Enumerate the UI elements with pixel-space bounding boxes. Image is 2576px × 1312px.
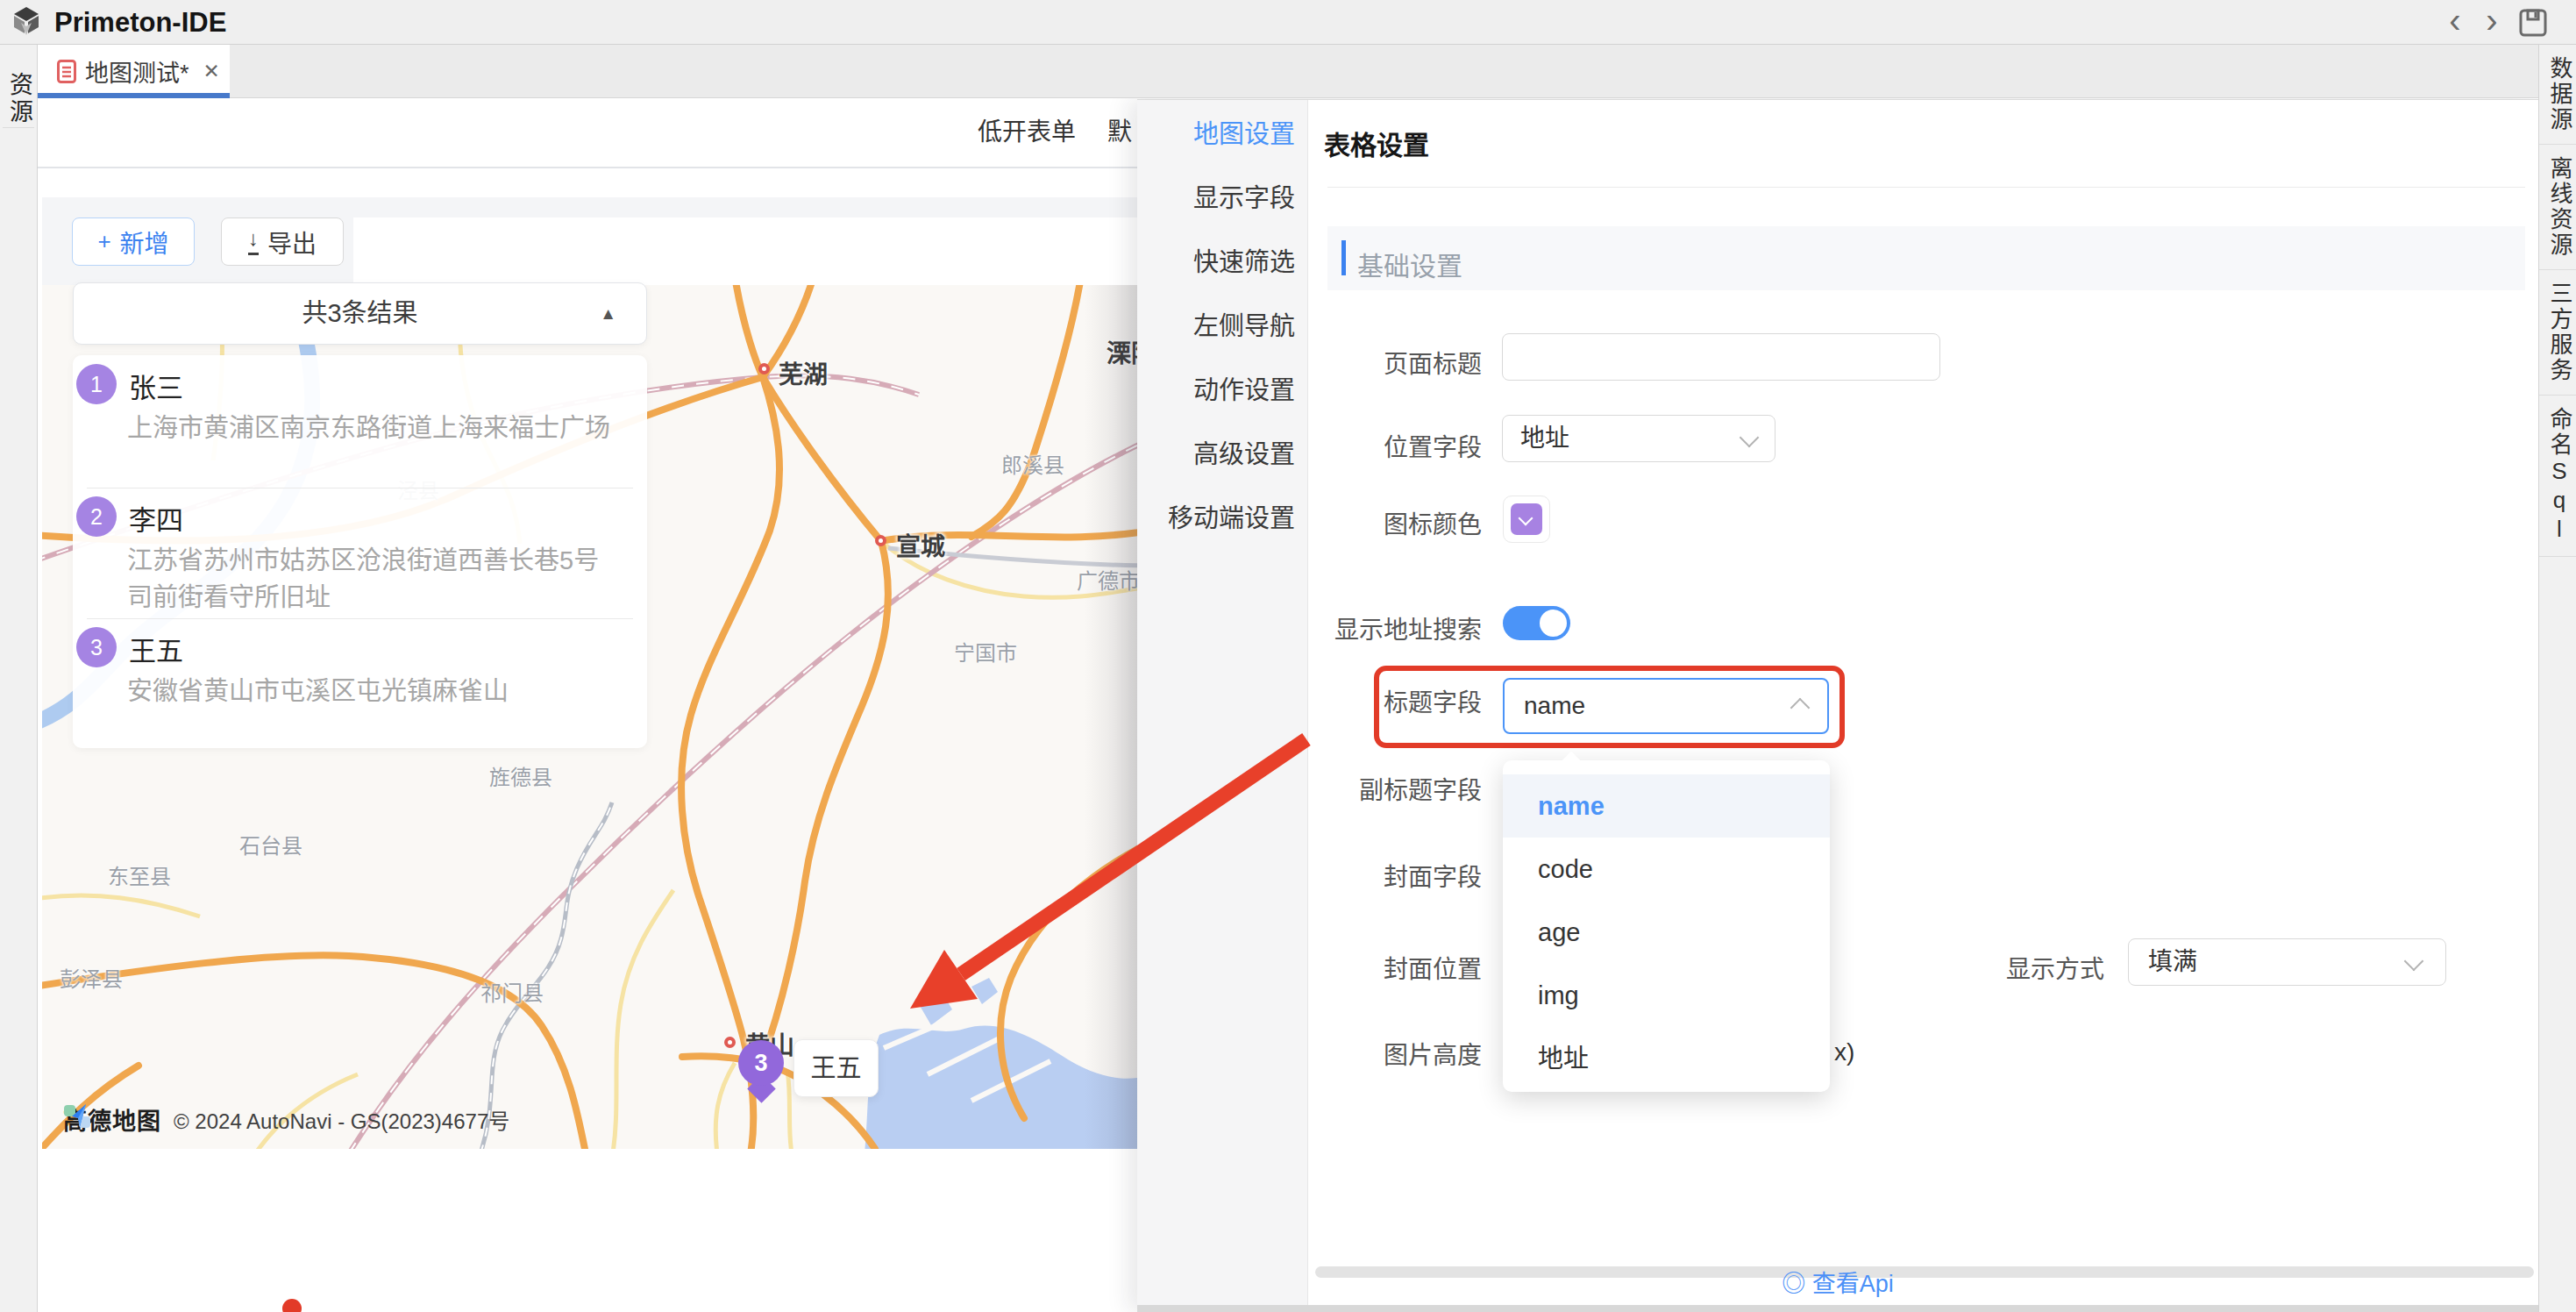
field-label-location-field: 位置字段 <box>1137 428 1482 463</box>
dropdown-option-img[interactable]: img <box>1503 964 1830 1027</box>
map-label-xuancheng: 宣城 <box>896 527 945 562</box>
dropdown-option-code[interactable]: code <box>1503 838 1830 901</box>
image-height-suffix: x) <box>1834 1038 1854 1066</box>
settings-panel: 地图设置 显示字段 快速筛选 左侧导航 动作设置 高级设置 移动端设置 表格设置… <box>1137 99 2538 1312</box>
back-icon[interactable]: ‹ <box>2439 0 2471 45</box>
dropdown-option-name[interactable]: name <box>1503 774 1830 838</box>
divider <box>1327 187 2525 188</box>
tab-bar: 地图测试* ✕ <box>38 45 2538 98</box>
app-title: Primeton-IDE <box>54 0 226 45</box>
map-label-qimen: 祁门县 <box>480 976 544 1007</box>
item-name: 张三 <box>129 366 183 405</box>
item-address: 江苏省苏州市姑苏区沧浪街道西善长巷5号司前街看守所旧址 <box>127 542 618 616</box>
sidebar-tab-datasource[interactable]: 数据源 <box>2539 45 2576 145</box>
amap-logo-icon <box>63 1102 91 1130</box>
map-dot-xuancheng <box>875 535 886 546</box>
forward-icon[interactable]: › <box>2476 0 2508 45</box>
item-badge: 1 <box>76 364 117 404</box>
nav-item-display-fields[interactable]: 显示字段 <box>1137 178 1307 242</box>
active-tab-underline <box>38 93 230 98</box>
toolbar-tab-low-code-form[interactable]: 低开表单 <box>978 98 1076 167</box>
red-dot-indicator <box>282 1299 302 1312</box>
sidebar-tab-offline-resources[interactable]: 离线资源 <box>2539 145 2576 270</box>
map-label-ningguo: 宁国市 <box>954 636 1017 667</box>
result-summary: 共3条结果 <box>74 283 646 344</box>
item-name: 李四 <box>129 498 183 538</box>
bottom-scrollbar-strip <box>1137 1305 2576 1312</box>
map-dot-huangshan <box>724 1037 736 1048</box>
list-item[interactable]: 1 张三 上海市黄浦区南京东路街道上海来福士广场 <box>73 355 647 488</box>
download-icon: ↓ <box>248 229 259 255</box>
document-icon <box>57 60 76 83</box>
map-label-wuhu: 芜湖 <box>779 355 828 390</box>
map-attribution: © 2024 AutoNavi - GS(2023)4677号 <box>174 1104 509 1135</box>
list-item[interactable]: 2 李四 江苏省苏州市姑苏区沧浪街道西善长巷5号司前街看守所旧址 <box>73 488 647 618</box>
title-bar: Primeton-IDE ‹ › <box>0 0 2576 45</box>
sidebar-tab-resources[interactable]: 资源 <box>0 55 37 143</box>
display-mode-select[interactable]: 填满 <box>2128 938 2446 986</box>
map-label-dongzhi: 东至县 <box>108 859 171 890</box>
tab-label: 地图测试* <box>85 54 189 89</box>
add-button[interactable]: + 新增 <box>72 217 195 266</box>
nav-item-quick-filter[interactable]: 快速筛选 <box>1137 242 1307 306</box>
panel-title: 表格设置 <box>1324 124 1429 162</box>
annotation-arrow <box>877 702 1333 1035</box>
section-title: 基础设置 <box>1357 245 1462 283</box>
address-search-toggle[interactable] <box>1503 606 1570 640</box>
result-summary-bar[interactable]: 共3条结果 ▲ <box>73 282 647 345</box>
divider <box>3 127 34 128</box>
field-label-icon-color: 图标颜色 <box>1137 505 1482 540</box>
left-sidebar: 资源 <box>0 45 38 1312</box>
map-label-langxi: 郎溪县 <box>1001 448 1064 479</box>
editor-toolbar: 低开表单 默 <box>38 98 1137 168</box>
dropdown-option-age[interactable]: age <box>1503 901 1830 964</box>
app-logo-icon <box>9 5 44 40</box>
dropdown-caret <box>1562 752 1582 772</box>
list-item[interactable]: 3 王五 安徽省黄山市屯溪区屯光镇麻雀山 <box>73 618 647 748</box>
nav-item-map-settings[interactable]: 地图设置 <box>1137 114 1307 178</box>
add-button-label: 新增 <box>120 225 169 260</box>
toggle-knob <box>1540 610 1567 637</box>
eye-icon: ◎ <box>1782 1271 1805 1297</box>
map-marker-number: 3 <box>738 1040 784 1086</box>
item-name: 王五 <box>129 629 183 668</box>
map-label-shitai: 石台县 <box>239 829 302 859</box>
map-label-pengze: 彭泽县 <box>60 962 123 993</box>
collapse-icon[interactable]: ▲ <box>600 283 616 344</box>
item-address: 安徽省黄山市屯溪区屯光镇麻雀山 <box>127 673 618 709</box>
map-dot-wuhu <box>758 363 770 374</box>
field-label-address-search: 显示地址搜索 <box>1137 610 1482 645</box>
map-label-jingde: 旌德县 <box>489 760 552 791</box>
field-label-page-title: 页面标题 <box>1137 345 1482 380</box>
field-label-display-mode: 显示方式 <box>1876 950 2104 985</box>
item-badge: 3 <box>76 627 117 667</box>
sidebar-tab-named-sql[interactable]: 命名Sql <box>2539 396 2576 557</box>
tab-map-test[interactable]: 地图测试* ✕ <box>38 45 230 98</box>
plus-icon: + <box>97 228 110 255</box>
dropdown-option-address[interactable]: 地址 <box>1503 1027 1830 1090</box>
title-field-dropdown: name code age img 地址 <box>1503 760 1830 1092</box>
map-marker-label[interactable]: 王五 <box>793 1039 879 1097</box>
export-button-label: 导出 <box>267 225 317 260</box>
view-api-label: 查看Api <box>1812 1271 1894 1297</box>
field-label-image-height: 图片高度 <box>1137 1036 1482 1071</box>
result-list: 1 张三 上海市黄浦区南京东路街道上海来福士广场 2 李四 江苏省苏州市姑苏区沧… <box>73 355 647 748</box>
close-icon[interactable]: ✕ <box>203 60 220 83</box>
item-address: 上海市黄浦区南京东路街道上海来福士广场 <box>127 410 618 446</box>
highlight-box <box>1374 666 1845 748</box>
export-button[interactable]: ↓ 导出 <box>221 217 344 266</box>
toolbar-tab-default[interactable]: 默 <box>1107 98 1132 167</box>
item-badge: 2 <box>76 496 117 537</box>
location-field-select[interactable]: 地址 <box>1502 415 1775 462</box>
sidebar-tab-third-party[interactable]: 三方服务 <box>2539 270 2576 396</box>
save-icon[interactable] <box>2518 8 2548 38</box>
section-accent-bar <box>1341 240 1346 275</box>
page-title-input[interactable] <box>1502 333 1940 381</box>
right-sidebar: 数据源 离线资源 三方服务 命名Sql <box>2538 45 2576 1312</box>
view-api-link[interactable]: ◎ 查看Api <box>1137 1265 2538 1299</box>
section-header <box>1327 226 2525 290</box>
